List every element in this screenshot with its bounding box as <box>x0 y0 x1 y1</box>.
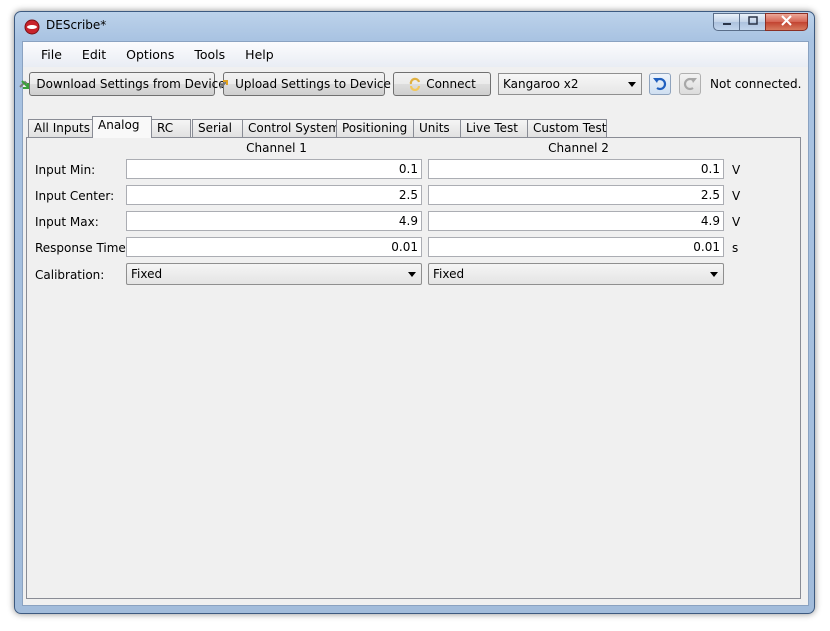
close-button[interactable] <box>765 13 808 31</box>
upload-icon <box>217 77 231 91</box>
chevron-down-icon <box>408 272 416 277</box>
chevron-down-icon <box>710 272 718 277</box>
upload-settings-label: Upload Settings to Device <box>235 77 391 91</box>
menu-edit[interactable]: Edit <box>72 42 116 67</box>
tab-custom-test[interactable]: Custom Test <box>527 119 607 137</box>
calibration-ch2-value: Fixed <box>433 267 465 281</box>
response-time-ch2-field[interactable]: 0.01 <box>428 237 724 257</box>
tab-serial[interactable]: Serial <box>192 119 243 137</box>
response-time-ch1-field[interactable]: 0.01 <box>126 237 422 257</box>
input-max-unit: V <box>732 215 741 229</box>
download-settings-label: Download Settings from Device <box>36 77 226 91</box>
device-select-value: Kangaroo x2 <box>503 77 579 91</box>
tab-units[interactable]: Units <box>413 119 461 137</box>
maximize-icon <box>747 15 758 29</box>
input-center-label: Input Center: <box>35 189 115 203</box>
download-icon <box>18 77 32 91</box>
calibration-ch2-select[interactable]: Fixed <box>428 263 724 285</box>
title-bar[interactable]: DEScribe* <box>15 12 814 41</box>
close-icon <box>781 14 792 30</box>
connect-icon <box>408 77 422 91</box>
window-title: DEScribe* <box>46 18 107 32</box>
tab-control-system[interactable]: Control System <box>242 119 340 137</box>
tab-all-inputs[interactable]: All Inputs <box>28 119 93 137</box>
minimize-button[interactable] <box>713 13 739 31</box>
input-max-ch2-field[interactable]: 4.9 <box>428 211 724 231</box>
channel-1-header: Channel 1 <box>246 141 307 155</box>
tab-rc[interactable]: RC <box>151 119 191 137</box>
response-time-unit: s <box>732 241 739 255</box>
minimize-icon <box>722 16 732 29</box>
menu-file[interactable]: File <box>31 42 72 67</box>
input-min-ch2-field[interactable]: 0.1 <box>428 159 724 179</box>
input-min-ch1-field[interactable]: 0.1 <box>126 159 422 179</box>
input-center-unit: V <box>732 189 741 203</box>
input-max-ch1-field[interactable]: 4.9 <box>126 211 422 231</box>
calibration-ch1-select[interactable]: Fixed <box>126 263 422 285</box>
toolbar: Download Settings from Device Upload Set… <box>19 72 808 98</box>
tab-live-test[interactable]: Live Test <box>460 119 528 137</box>
app-logo-icon <box>24 19 40 35</box>
client-area: File Edit Options Tools Help Download Se… <box>19 41 809 606</box>
menu-help[interactable]: Help <box>235 42 284 67</box>
analog-panel: Channel 1 Channel 2 Input Min: 0.1 0.1 V… <box>26 137 801 599</box>
menu-tools[interactable]: Tools <box>184 42 235 67</box>
calibration-label: Calibration: <box>35 268 105 282</box>
device-select[interactable]: Kangaroo x2 <box>498 73 642 95</box>
connection-status: Not connected. <box>710 77 802 91</box>
tab-analog[interactable]: Analog <box>92 116 152 138</box>
menu-bar: File Edit Options Tools Help <box>23 42 808 67</box>
input-center-ch2-field[interactable]: 2.5 <box>428 185 724 205</box>
input-min-unit: V <box>732 163 741 177</box>
connect-button[interactable]: Connect <box>393 72 491 96</box>
calibration-ch1-value: Fixed <box>131 267 163 281</box>
download-settings-button[interactable]: Download Settings from Device <box>19 72 226 96</box>
menu-options[interactable]: Options <box>116 42 184 67</box>
undo-button[interactable] <box>649 73 671 95</box>
input-min-label: Input Min: <box>35 163 96 177</box>
undo-icon <box>652 75 668 94</box>
redo-button[interactable] <box>679 73 701 95</box>
maximize-button[interactable] <box>739 13 765 31</box>
connect-label: Connect <box>426 77 476 91</box>
channel-2-header: Channel 2 <box>548 141 609 155</box>
app-window: DEScribe* File Edit Options Tools Help D… <box>14 11 815 614</box>
input-max-label: Input Max: <box>35 215 99 229</box>
chevron-down-icon <box>628 82 636 87</box>
input-center-ch1-field[interactable]: 2.5 <box>126 185 422 205</box>
response-time-label: Response Time: <box>35 241 130 255</box>
tab-positioning[interactable]: Positioning <box>336 119 414 137</box>
upload-settings-button[interactable]: Upload Settings to Device <box>219 72 391 96</box>
redo-icon <box>682 75 698 94</box>
